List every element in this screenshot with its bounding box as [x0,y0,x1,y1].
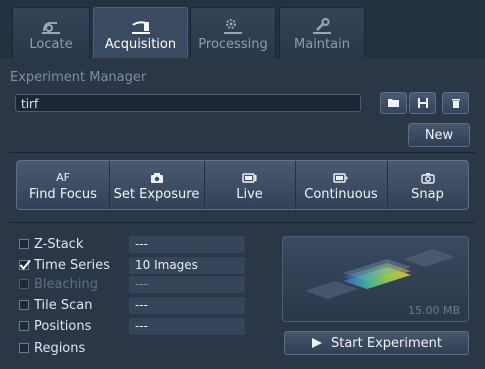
find-focus-button[interactable]: AF Find Focus [17,161,110,209]
experiment-preview: 15.00 MB [282,236,469,322]
z-stack-checkbox[interactable] [19,239,29,249]
continuous-label: Continuous [304,186,378,202]
set-exposure-button[interactable]: Set Exposure [109,161,205,209]
snap-button[interactable]: Snap [387,161,468,209]
folder-open-icon [387,99,399,107]
experiment-manager-title: Experiment Manager [10,70,147,85]
continuous-button[interactable]: Continuous [295,161,388,209]
tile-scan-value: --- [129,297,245,314]
time-series-checkbox[interactable] [19,259,31,271]
option-label: Tile Scan [34,297,93,313]
gear-processing-icon [224,19,242,34]
option-positions[interactable]: Positions [19,317,91,335]
data-size-label: 15.00 MB [407,304,460,317]
acquisition-action-bar: AF Find Focus Set Exposure Live Continuo… [16,160,469,210]
option-label: Z-Stack [34,236,84,252]
snap-label: Snap [411,186,444,202]
option-tile-scan[interactable]: Tile Scan [19,296,93,314]
option-bleaching: Bleaching [19,275,98,293]
tab-label: Maintain [294,37,350,52]
bleaching-checkbox [19,279,29,289]
delete-experiment-button[interactable] [442,92,469,114]
option-label: Bleaching [34,276,98,292]
positions-value: --- [129,318,245,335]
start-experiment-label: Start Experiment [330,335,442,351]
divider [10,222,475,223]
wrench-icon [313,18,331,34]
tab-processing[interactable]: Processing [190,7,276,58]
delete-icon [451,99,460,108]
play-icon [311,338,322,348]
option-label: Positions [34,318,92,334]
main-tab-bar: Locate Acquisition Processing Maintain [0,0,485,58]
camera-arm-icon [131,21,150,34]
time-series-value: 10 Images [129,257,245,274]
option-label: Time Series [34,257,110,273]
tile-scan-checkbox[interactable] [19,300,29,310]
option-label: Regions [34,340,86,356]
experiment-name-field[interactable]: tirf [15,94,361,112]
open-experiment-button[interactable] [380,92,407,114]
find-focus-label: Find Focus [29,186,97,202]
tab-label: Acquisition [104,37,177,52]
option-regions[interactable]: Regions [19,339,85,357]
option-time-series[interactable]: Time Series [19,256,110,274]
save-icon [417,98,428,108]
set-exposure-label: Set Exposure [113,186,200,202]
tab-acquisition[interactable]: Acquisition [93,7,188,58]
af-label: AF [56,171,70,184]
divider [10,152,475,153]
tab-maintain[interactable]: Maintain [279,7,365,58]
live-button[interactable]: Live [204,161,296,209]
snap-camera-icon [420,172,435,184]
microscope-icon [42,22,60,34]
start-experiment-button[interactable]: Start Experiment [284,331,469,355]
bleaching-value: --- [129,276,245,293]
tab-label: Processing [198,37,268,52]
camera-icon [150,172,163,183]
option-z-stack[interactable]: Z-Stack [19,235,83,253]
live-label: Live [236,186,263,202]
positions-checkbox[interactable] [19,321,29,331]
live-icon [241,172,256,183]
save-experiment-button[interactable] [409,92,436,114]
tab-label: Locate [29,37,73,52]
tab-locate[interactable]: Locate [12,7,90,58]
continuous-icon [333,172,348,183]
z-stack-value: --- [129,236,245,253]
regions-checkbox[interactable] [19,343,29,353]
new-experiment-button[interactable]: New [408,123,470,147]
checkmark-icon [19,259,31,271]
